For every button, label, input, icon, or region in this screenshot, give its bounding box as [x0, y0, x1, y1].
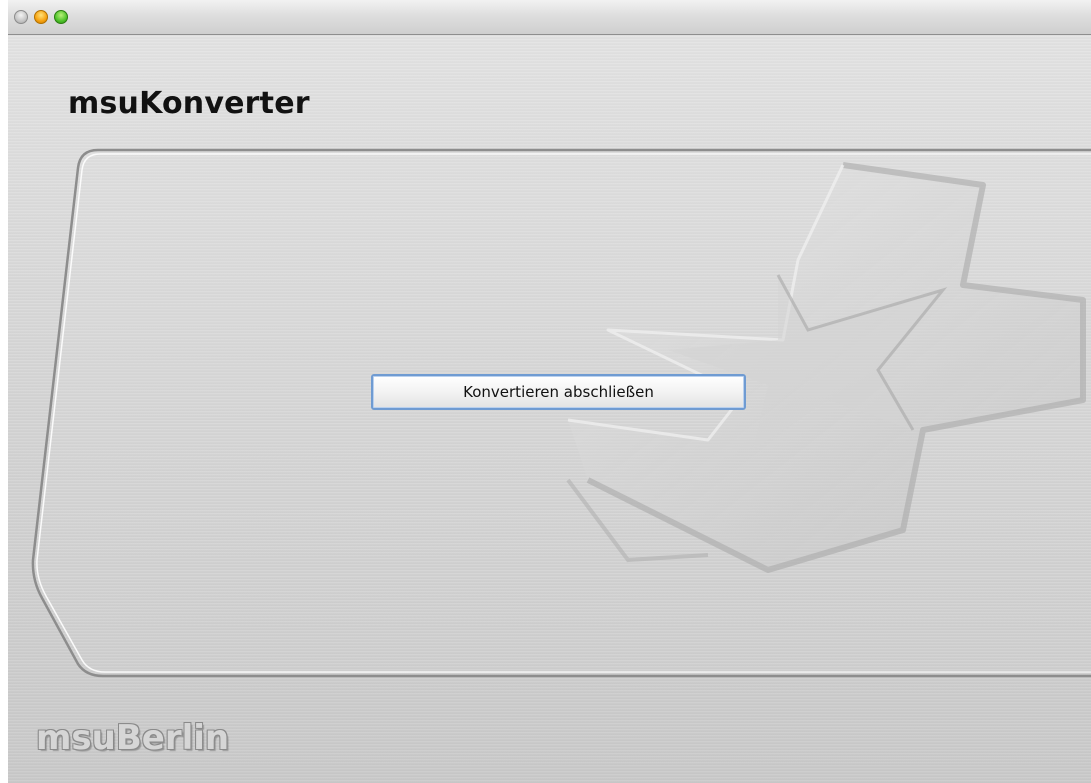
app-window: msuKonverter Konvertieren abschließen ms…	[8, 0, 1091, 783]
app-title: msuKonverter	[68, 86, 310, 121]
brand-logo-text: msuBerlin	[36, 718, 230, 758]
finish-conversion-button[interactable]: Konvertieren abschließen	[371, 374, 746, 410]
